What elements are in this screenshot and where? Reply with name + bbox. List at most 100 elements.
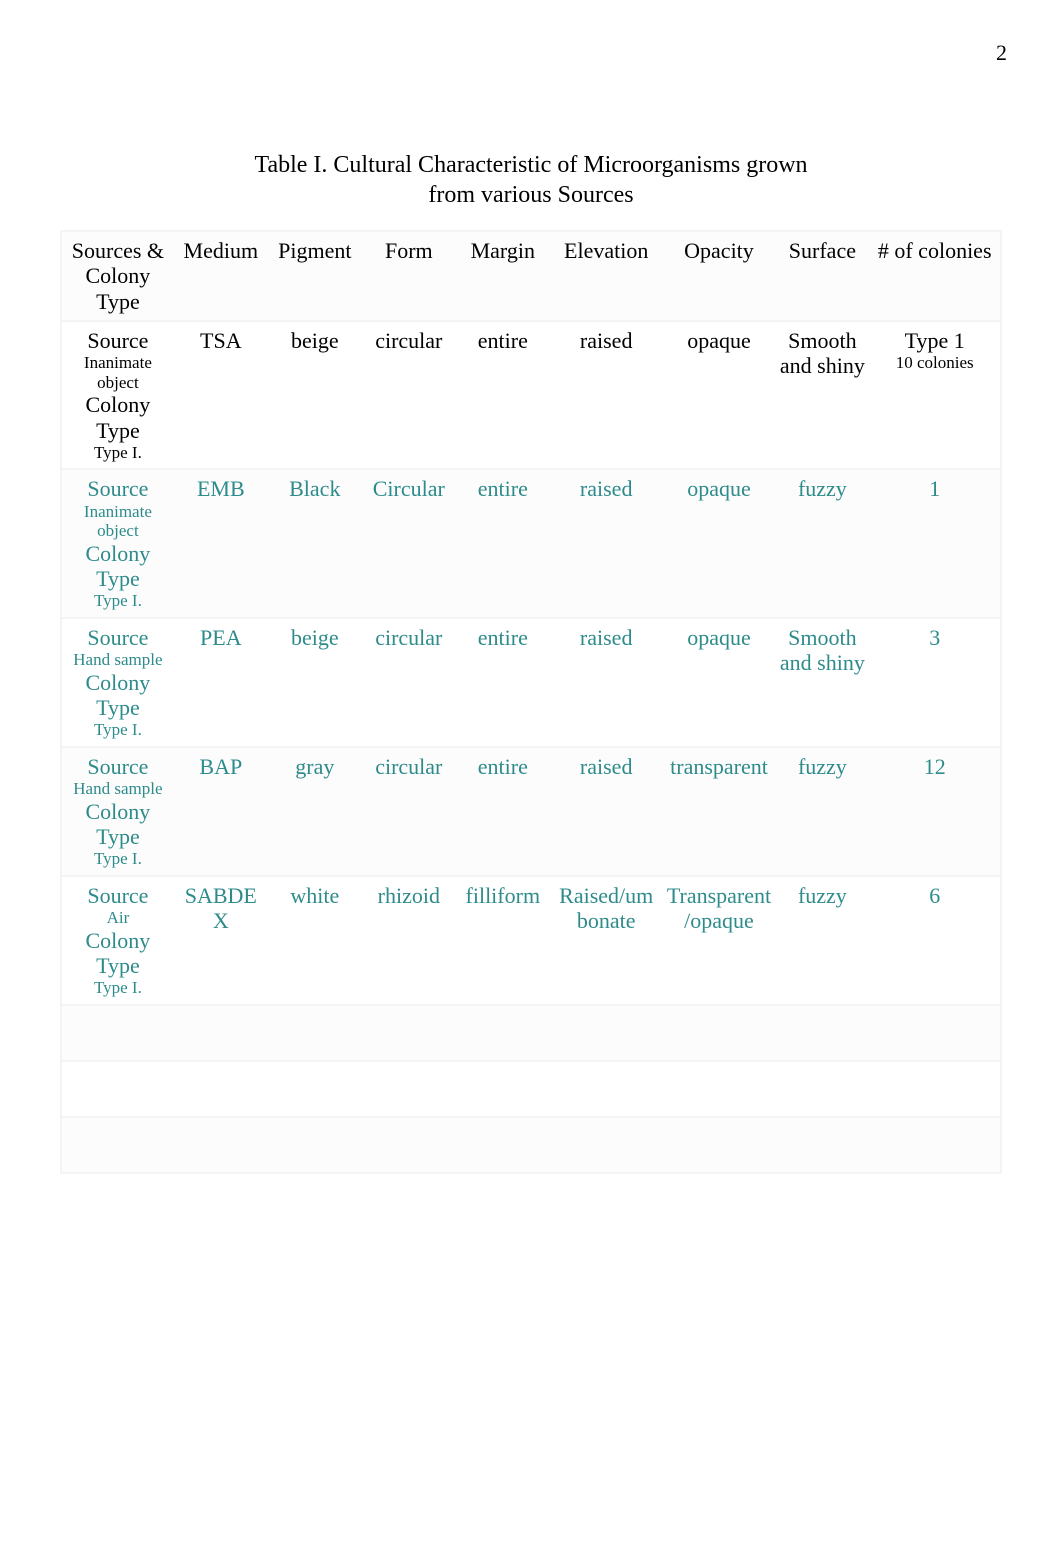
colony-type: Type I. — [66, 591, 170, 611]
cell-elevation: raised — [550, 618, 663, 747]
colonies-main: 3 — [873, 625, 996, 650]
source-label: Source — [66, 754, 170, 779]
source-detail: Inanimate object — [66, 353, 170, 392]
empty-cell — [268, 1061, 362, 1117]
source-label: Source — [66, 328, 170, 353]
table-row: SourceAirColony TypeType I.SABDEXwhiterh… — [61, 876, 1001, 1005]
col-header-surface: Surface — [775, 231, 869, 321]
cell-medium: BAP — [174, 747, 268, 876]
colonies-main: 1 — [873, 476, 996, 501]
cell-opacity: Transparent/opaque — [663, 876, 776, 1005]
source-detail: Hand sample — [66, 650, 170, 670]
cell-opacity: transparent — [663, 747, 776, 876]
empty-cell — [61, 1005, 174, 1061]
cell-margin: entire — [456, 469, 550, 618]
title-line-1: Table I. Cultural Characteristic of Micr… — [254, 152, 807, 178]
cell-elevation: raised — [550, 747, 663, 876]
cell-pigment: beige — [268, 321, 362, 470]
empty-cell — [456, 1117, 550, 1173]
cell-surface: fuzzy — [775, 876, 869, 1005]
table-container: Sources & Colony Type Medium Pigment For… — [60, 230, 1002, 1174]
cell-opacity: opaque — [663, 618, 776, 747]
cell-surface: Smooth and shiny — [775, 618, 869, 747]
cell-form: circular — [362, 618, 456, 747]
page: 2 Table I. Cultural Characteristic of Mi… — [0, 0, 1062, 1556]
colony-type: Type I. — [66, 978, 170, 998]
col-header-colonies: # of colonies — [869, 231, 1001, 321]
cell-margin: entire — [456, 618, 550, 747]
table-header-row: Sources & Colony Type Medium Pigment For… — [61, 231, 1001, 321]
empty-cell — [550, 1061, 663, 1117]
empty-cell — [61, 1061, 174, 1117]
colonies-main: 12 — [873, 754, 996, 779]
cell-colonies: 3 — [869, 618, 1001, 747]
cell-source: SourceInanimate objectColony TypeType I. — [61, 469, 174, 618]
cell-elevation: Raised/umbonate — [550, 876, 663, 1005]
cell-colonies: 6 — [869, 876, 1001, 1005]
cell-form: Circular — [362, 469, 456, 618]
page-number: 2 — [996, 40, 1007, 66]
empty-cell — [775, 1061, 869, 1117]
col-header-medium: Medium — [174, 231, 268, 321]
cell-form: circular — [362, 747, 456, 876]
empty-cell — [663, 1117, 776, 1173]
colony-type: Type I. — [66, 849, 170, 869]
cell-pigment: white — [268, 876, 362, 1005]
cell-colonies: 12 — [869, 747, 1001, 876]
cell-colonies: 1 — [869, 469, 1001, 618]
cell-medium: TSA — [174, 321, 268, 470]
source-detail: Inanimate object — [66, 502, 170, 541]
empty-cell — [174, 1117, 268, 1173]
empty-cell — [869, 1005, 1001, 1061]
cell-elevation: raised — [550, 469, 663, 618]
colony-type: Type I. — [66, 443, 170, 463]
col-header-margin: Margin — [456, 231, 550, 321]
cell-form: circular — [362, 321, 456, 470]
empty-cell — [268, 1005, 362, 1061]
colony-label: Colony Type — [66, 541, 170, 592]
table-row: SourceHand sampleColony TypeType I.BAPgr… — [61, 747, 1001, 876]
empty-cell — [174, 1061, 268, 1117]
empty-cell — [61, 1117, 174, 1173]
cell-source: SourceInanimate objectColony TypeType I. — [61, 321, 174, 470]
cell-surface: fuzzy — [775, 469, 869, 618]
cell-opacity: opaque — [663, 321, 776, 470]
cell-surface: Smooth and shiny — [775, 321, 869, 470]
empty-cell — [550, 1117, 663, 1173]
colonies-main: Type 1 — [873, 328, 996, 353]
empty-cell — [775, 1117, 869, 1173]
empty-cell — [663, 1005, 776, 1061]
col-header-opacity: Opacity — [663, 231, 776, 321]
cell-medium: EMB — [174, 469, 268, 618]
title-line-2: from various Sources — [428, 182, 633, 208]
cell-source: SourceHand sampleColony TypeType I. — [61, 618, 174, 747]
colony-label: Colony Type — [66, 392, 170, 443]
empty-cell — [456, 1061, 550, 1117]
empty-cell — [550, 1005, 663, 1061]
table-title: Table I. Cultural Characteristic of Micr… — [181, 150, 881, 210]
characteristics-table: Sources & Colony Type Medium Pigment For… — [60, 230, 1002, 1174]
source-detail: Hand sample — [66, 779, 170, 799]
source-detail: Air — [66, 908, 170, 928]
cell-margin: entire — [456, 747, 550, 876]
col-header-pigment: Pigment — [268, 231, 362, 321]
empty-cell — [362, 1117, 456, 1173]
source-label: Source — [66, 883, 170, 908]
cell-form: rhizoid — [362, 876, 456, 1005]
cell-medium: SABDEX — [174, 876, 268, 1005]
cell-surface: fuzzy — [775, 747, 869, 876]
colony-label: Colony Type — [66, 928, 170, 979]
empty-cell — [663, 1061, 776, 1117]
cell-elevation: raised — [550, 321, 663, 470]
table-row: SourceInanimate objectColony TypeType I.… — [61, 469, 1001, 618]
colony-label: Colony Type — [66, 670, 170, 721]
table-row: SourceInanimate objectColony TypeType I.… — [61, 321, 1001, 470]
cell-margin: entire — [456, 321, 550, 470]
cell-source: SourceHand sampleColony TypeType I. — [61, 747, 174, 876]
colony-type: Type I. — [66, 720, 170, 740]
source-label: Source — [66, 476, 170, 501]
empty-cell — [775, 1005, 869, 1061]
cell-colonies: Type 110 colonies — [869, 321, 1001, 470]
empty-cell — [268, 1117, 362, 1173]
cell-opacity: opaque — [663, 469, 776, 618]
